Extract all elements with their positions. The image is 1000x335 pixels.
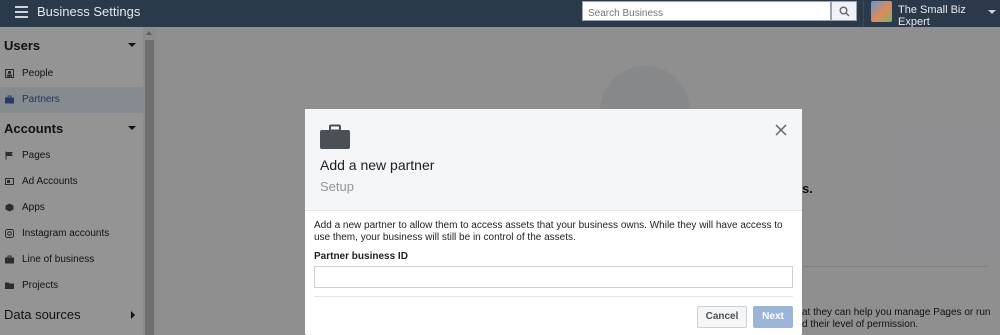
briefcase-icon: [320, 124, 350, 149]
partner-id-label: Partner business ID: [314, 251, 408, 262]
search-input[interactable]: [582, 1, 831, 21]
divider: [314, 296, 793, 297]
dialog-title: Add a new partner: [320, 157, 435, 173]
app-title: Business Settings: [37, 4, 141, 19]
next-button[interactable]: Next: [753, 306, 793, 328]
top-bar: Business Settings The Small Biz Expert: [0, 0, 1000, 28]
dialog-header: Add a new partner Setup: [305, 109, 802, 210]
hamburger-icon[interactable]: [15, 6, 28, 18]
divider: [305, 210, 802, 211]
cancel-button[interactable]: Cancel: [697, 306, 747, 328]
dialog-description: Add a new partner to allow them to acces…: [314, 220, 783, 243]
chevron-down-icon[interactable]: [988, 10, 996, 14]
add-partner-dialog: Add a new partner Setup Add a new partne…: [305, 109, 802, 335]
partner-business-id-input[interactable]: [314, 266, 793, 288]
search-button[interactable]: [831, 1, 857, 21]
business-avatar[interactable]: [871, 1, 892, 22]
topbar-divider: [863, 0, 864, 27]
search-icon: [839, 6, 850, 17]
close-icon[interactable]: [774, 123, 788, 137]
business-name[interactable]: The Small Biz Expert: [898, 4, 1000, 28]
dialog-subtitle: Setup: [320, 179, 354, 194]
